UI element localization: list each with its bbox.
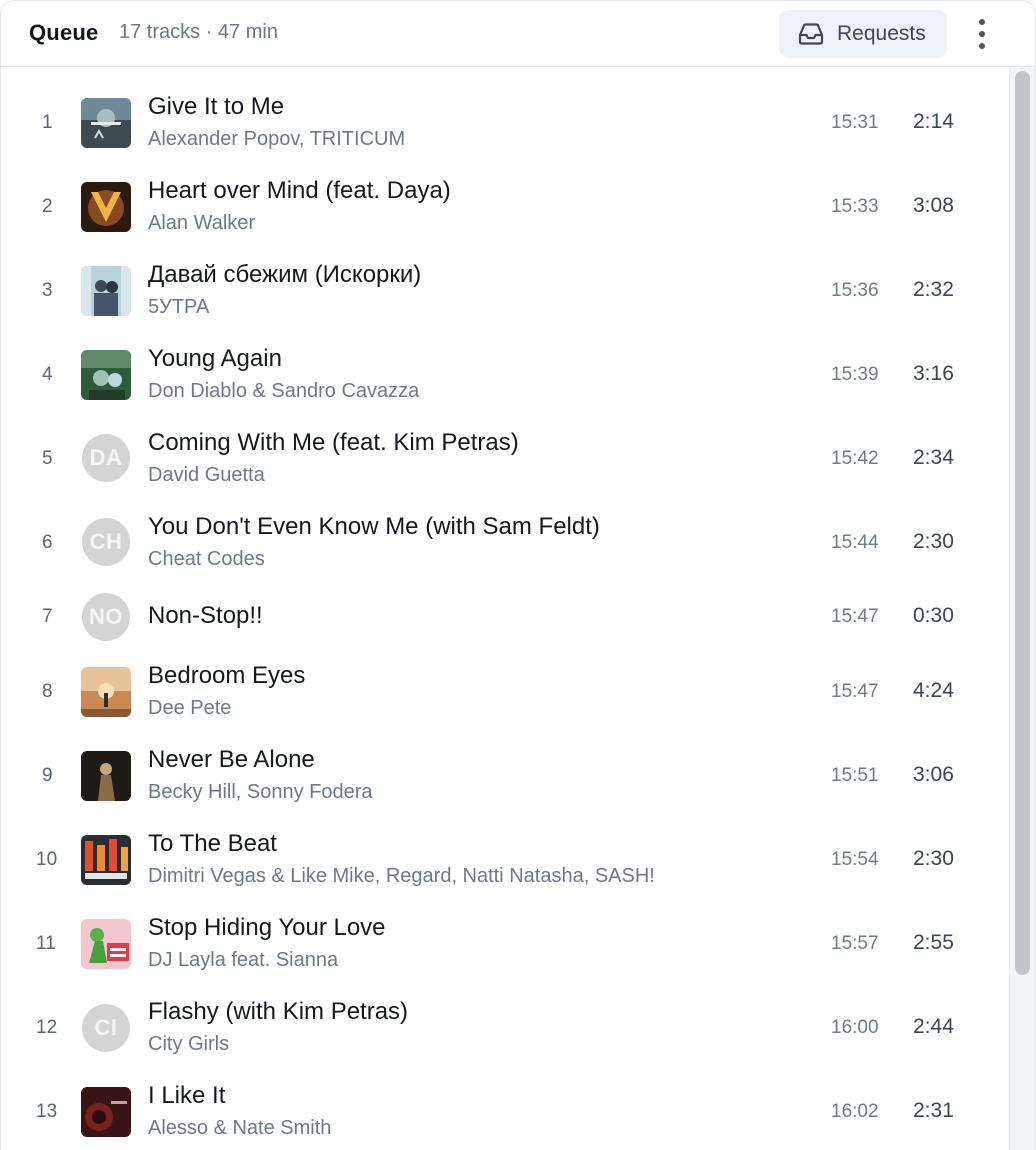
track-artist: Don Diablo & Sandro Cavazza <box>148 380 420 402</box>
track-start-time: 15:44 <box>831 532 879 553</box>
track-title: Flashy (with Kim Petras) <box>148 998 409 1025</box>
track-title: Bedroom Eyes <box>148 662 306 689</box>
track-artist: 5УТРА <box>148 296 210 318</box>
track-start-time: 15:39 <box>831 364 879 385</box>
track-artist: Alesso & Nate Smith <box>148 1117 332 1139</box>
track-row[interactable]: 4 Young Again Don Diablo & Sandro Cavazz… <box>1 337 1007 411</box>
track-duration: 2:44 <box>913 1015 954 1038</box>
track-artist: DJ Layla feat. Sianna <box>148 949 339 971</box>
requests-label: Requests <box>837 22 926 45</box>
track-title: Давай сбежим (Искорки) <box>148 261 422 288</box>
track-row[interactable]: 9 Never Be Alone Becky Hill, Sonny Foder… <box>1 741 1007 815</box>
more-options-icon[interactable] <box>967 15 997 53</box>
queue-header: Queue 17 tracks · 47 min Requests <box>1 1 1035 67</box>
album-art <box>81 751 131 801</box>
inbox-icon <box>798 23 824 45</box>
album-art <box>81 919 131 969</box>
queue-title: Queue <box>29 20 99 45</box>
track-artist: Alexander Popov, TRITICUM <box>148 128 406 150</box>
artist-initials-avatar: CI <box>82 1004 130 1052</box>
track-row[interactable]: 1 Give It to Me Alexander Popov, TRITICU… <box>1 85 1007 159</box>
queue-summary: 17 tracks · 47 min <box>119 21 278 43</box>
artist-initials-avatar: DA <box>82 434 130 482</box>
track-duration: 2:30 <box>913 847 954 870</box>
track-title: Stop Hiding Your Love <box>148 914 386 941</box>
track-start-time: 15:47 <box>831 681 879 702</box>
queue-panel: Queue 17 tracks · 47 min Requests 1 Give… <box>0 0 1036 1150</box>
track-duration: 2:31 <box>913 1099 954 1122</box>
track-duration: 3:08 <box>913 194 954 217</box>
track-artist: David Guetta <box>148 464 265 486</box>
track-title: Coming With Me (feat. Kim Petras) <box>148 429 519 456</box>
track-duration: 2:34 <box>913 446 954 469</box>
track-row[interactable]: 7 NO Non-Stop!! 15:47 0:30 <box>1 589 1007 647</box>
track-row[interactable]: 3 Давай сбежим (Искорки) 5УТРА 15:36 2:3… <box>1 253 1007 327</box>
track-duration: 2:55 <box>913 931 954 954</box>
album-art <box>81 266 131 316</box>
track-row[interactable]: 6 CH You Don't Even Know Me (with Sam Fe… <box>1 505 1007 579</box>
track-row[interactable]: 5 DA Coming With Me (feat. Kim Petras) D… <box>1 421 1007 495</box>
track-start-time: 15:51 <box>831 765 879 786</box>
track-title: I Like It <box>148 1082 226 1109</box>
track-duration: 2:32 <box>913 278 954 301</box>
track-start-time: 16:00 <box>831 1017 879 1038</box>
track-duration: 3:16 <box>913 362 954 385</box>
track-duration: 3:06 <box>913 763 954 786</box>
track-start-time: 15:31 <box>831 112 879 133</box>
track-row[interactable]: 13 I Like It Alesso & Nate Smith 16:02 2… <box>1 1077 1007 1150</box>
album-art <box>81 667 131 717</box>
track-start-time: 15:57 <box>831 933 879 954</box>
track-row[interactable]: 2 Heart over Mind (feat. Daya) Alan Walk… <box>1 169 1007 243</box>
album-art <box>81 98 131 148</box>
artist-initials-avatar: NO <box>82 593 130 641</box>
scrollbar-thumb[interactable] <box>1015 71 1030 975</box>
track-title: You Don't Even Know Me (with Sam Feldt) <box>148 513 600 540</box>
album-art <box>81 835 131 885</box>
track-title: To The Beat <box>148 830 277 857</box>
track-duration: 2:30 <box>913 530 954 553</box>
track-title: Heart over Mind (feat. Daya) <box>148 177 451 204</box>
artist-initials-avatar: CH <box>82 518 130 566</box>
track-duration: 0:30 <box>913 604 954 627</box>
track-artist: Cheat Codes <box>148 548 265 570</box>
track-start-time: 16:02 <box>831 1101 879 1122</box>
track-title: Non-Stop!! <box>148 602 263 629</box>
track-start-time: 15:47 <box>831 606 879 627</box>
track-artist: City Girls <box>148 1033 230 1055</box>
track-row[interactable]: 12 CI Flashy (with Kim Petras) City Girl… <box>1 993 1007 1067</box>
album-art <box>81 350 131 400</box>
track-start-time: 15:33 <box>831 196 879 217</box>
track-artist: Dee Pete <box>148 697 232 719</box>
track-start-time: 15:42 <box>831 448 879 469</box>
track-artist: Becky Hill, Sonny Fodera <box>148 781 373 803</box>
track-artist: Alan Walker <box>148 212 256 234</box>
track-row[interactable]: 10 To The Beat Dimitri Vegas & Like Mike… <box>1 825 1007 899</box>
requests-button[interactable]: Requests <box>779 10 947 58</box>
track-title: Young Again <box>148 345 282 372</box>
album-art <box>81 1087 131 1137</box>
track-title: Never Be Alone <box>148 746 315 773</box>
track-duration: 2:14 <box>913 110 954 133</box>
track-duration: 4:24 <box>913 679 954 702</box>
track-start-time: 15:36 <box>831 280 879 301</box>
track-title: Give It to Me <box>148 93 285 120</box>
track-artist: Dimitri Vegas & Like Mike, Regard, Natti… <box>148 865 655 887</box>
track-row[interactable]: 8 Bedroom Eyes Dee Pete 15:47 4:24 <box>1 657 1007 731</box>
track-start-time: 15:54 <box>831 849 879 870</box>
track-row[interactable]: 11 Stop Hiding Your Love DJ Layla feat. … <box>1 909 1007 983</box>
album-art <box>81 182 131 232</box>
